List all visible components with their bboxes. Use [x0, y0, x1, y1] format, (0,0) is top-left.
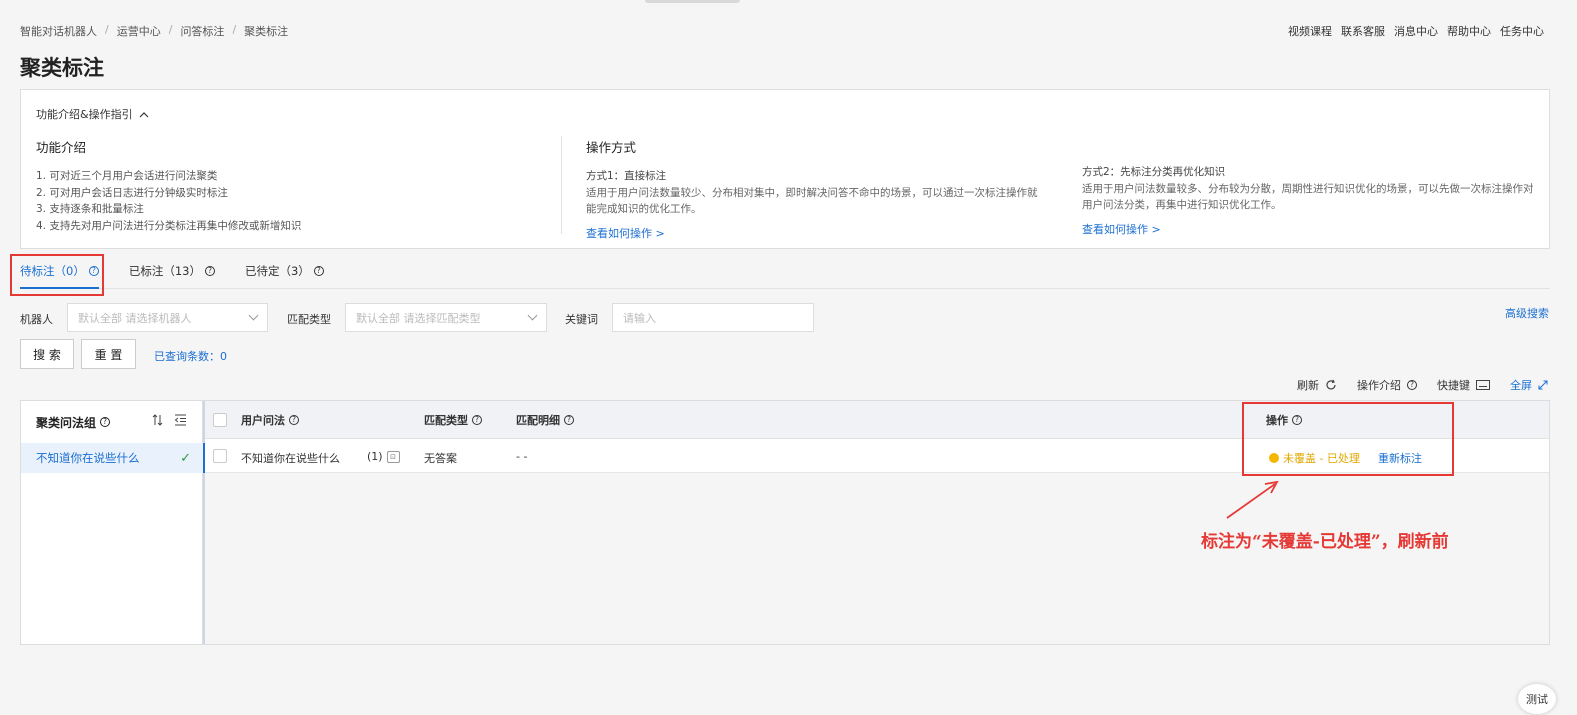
advanced-search-link[interactable]: 高级搜索 [1505, 305, 1549, 321]
match-type-label: 匹配类型 [287, 313, 331, 326]
match-type-select[interactable]: 默认全部 请选择匹配类型 [345, 303, 547, 332]
cell-match-type: 无答案 [424, 452, 457, 465]
refresh-icon [1326, 379, 1336, 390]
select-all-checkbox[interactable] [213, 413, 227, 427]
way-1-title: 方式1：直接标注 [586, 170, 667, 182]
keyboard-icon [1476, 380, 1490, 390]
annotation-box-tab [10, 254, 104, 296]
test-button[interactable]: 测试 [1518, 684, 1556, 714]
way-2-title: 方式2：先标注分类再优化知识 [1082, 166, 1226, 178]
robot-label: 机器人 [20, 313, 53, 326]
top-link-help[interactable]: 帮助中心 [1447, 23, 1491, 39]
way-2: . 方式2：先标注分类再优化知识 适用于用户问法数量较多、分布较为分散，周期性进… [1082, 137, 1542, 237]
breadcrumb-item[interactable]: 智能对话机器人 [20, 23, 97, 39]
robot-icon[interactable]: ⊡ [386, 450, 400, 463]
top-link-messages[interactable]: 消息中心 [1394, 23, 1438, 39]
intro-toggle[interactable]: 功能介绍&操作指引 [36, 106, 149, 122]
query-count: 已查询条数：0 [154, 350, 227, 363]
top-drag-bar [645, 0, 740, 3]
breadcrumb-item[interactable]: 问答标注 [180, 23, 224, 39]
feature-item: 4. 支持先对用户问法进行分类标注再集中修改或新增知识 [36, 219, 302, 232]
chevron-up-icon [139, 111, 149, 117]
shortcut-button[interactable]: 快捷键 [1437, 377, 1490, 393]
cell-question: 不知道你在说些什么 [241, 452, 340, 465]
help-icon[interactable]: ? [100, 417, 111, 427]
cell-count: (1) ⊡ [367, 450, 400, 463]
header-match-type: 匹配类型 ? [424, 412, 482, 428]
search-button[interactable]: 搜 索 [20, 339, 74, 369]
help-icon[interactable]: ? [204, 266, 215, 276]
way-2-link[interactable]: 查看如何操作 > [1082, 221, 1542, 237]
keyword-input[interactable]: 请输入 [612, 303, 814, 332]
intro-panel: 功能介绍&操作指引 功能介绍 1. 可对近三个月用户会话进行问法聚类 2. 可对… [20, 89, 1550, 249]
cluster-group-panel: 聚类问法组 ? 不知道你在说些什么 ✓ [21, 401, 203, 644]
top-link-video[interactable]: 视频课程 [1288, 23, 1332, 39]
refresh-button[interactable]: 刷新 [1297, 377, 1337, 393]
chevron-down-icon [527, 310, 538, 321]
top-link-support[interactable]: 联系客服 [1341, 23, 1385, 39]
way-1-link[interactable]: 查看如何操作 > [586, 225, 1046, 241]
annotation-text: 标注为“未覆盖-已处理”，刷新前 [1201, 532, 1449, 552]
feature-item: 1. 可对近三个月用户会话进行问法聚类 [36, 170, 218, 182]
help-icon: ? [1407, 380, 1417, 390]
header-question: 用户问法 ? [241, 412, 299, 428]
expand-icon [1538, 380, 1548, 390]
breadcrumb: 智能对话机器人 / 运营中心 / 问答标注 / 聚类标注 [20, 23, 289, 39]
table-toolbar: 刷新 操作介绍 ? 快捷键 全屏 [1297, 377, 1548, 393]
keyword-label: 关键词 [565, 313, 598, 326]
annotation-arrow-icon [1226, 480, 1279, 519]
header-match-detail: 匹配明细 ? [516, 412, 574, 428]
help-icon[interactable]: ? [564, 414, 574, 425]
reset-button[interactable]: 重 置 [81, 339, 136, 369]
way-2-desc: 适用于用户问法数量较多、分布较为分散，周期性进行知识优化的场景，可以先做一次标注… [1082, 182, 1534, 212]
row-checkbox[interactable] [213, 449, 227, 463]
tab-undecided[interactable]: 已待定（3） ? [245, 262, 324, 280]
cell-match-detail: - - [516, 450, 528, 463]
annotation-box-operation [1242, 402, 1454, 476]
fullscreen-button[interactable]: 全屏 [1510, 377, 1548, 393]
way-1-desc: 适用于用户问法数量较少、分布相对集中，即时解决问答不命中的场景，可以通过一次标注… [586, 186, 1038, 216]
help-icon[interactable]: ? [472, 414, 482, 425]
help-icon[interactable]: ? [313, 266, 324, 276]
breadcrumb-item-current: 聚类标注 [244, 25, 289, 38]
sort-icon[interactable] [152, 414, 164, 426]
feature-intro: 功能介绍 1. 可对近三个月用户会话进行问法聚类 2. 可对用户会话日志进行分钟… [36, 137, 536, 234]
ops-title: 操作方式 [586, 140, 637, 155]
feature-item: 3. 支持逐条和批量标注 [36, 203, 144, 215]
feature-title: 功能介绍 [36, 140, 87, 155]
breadcrumb-item[interactable]: 运营中心 [117, 23, 161, 39]
top-link-tasks[interactable]: 任务中心 [1500, 23, 1544, 39]
feature-item: 2. 可对用户会话日志进行分钟级实时标注 [36, 186, 228, 199]
cluster-group-item[interactable]: 不知道你在说些什么 ✓ [21, 443, 203, 473]
collapse-list-icon[interactable] [174, 414, 187, 426]
robot-select[interactable]: 默认全部 请选择机器人 [67, 303, 268, 332]
op-intro-button[interactable]: 操作介绍 ? [1357, 377, 1417, 393]
tab-divider [20, 288, 1550, 289]
chevron-down-icon [248, 310, 259, 321]
help-icon[interactable]: ? [289, 414, 299, 425]
intro-divider [561, 136, 562, 234]
top-links: 视频课程 联系客服 消息中心 帮助中心 任务中心 [1288, 23, 1544, 39]
tab-labeled[interactable]: 已标注（13） ? [129, 262, 215, 280]
page-title: 聚类标注 [20, 56, 104, 80]
cluster-group-header: 聚类问法组 ? [21, 401, 202, 443]
check-icon: ✓ [180, 450, 191, 466]
way-1: 操作方式 方式1：直接标注 适用于用户问法数量较少、分布相对集中，即时解决问答不… [586, 137, 1046, 241]
